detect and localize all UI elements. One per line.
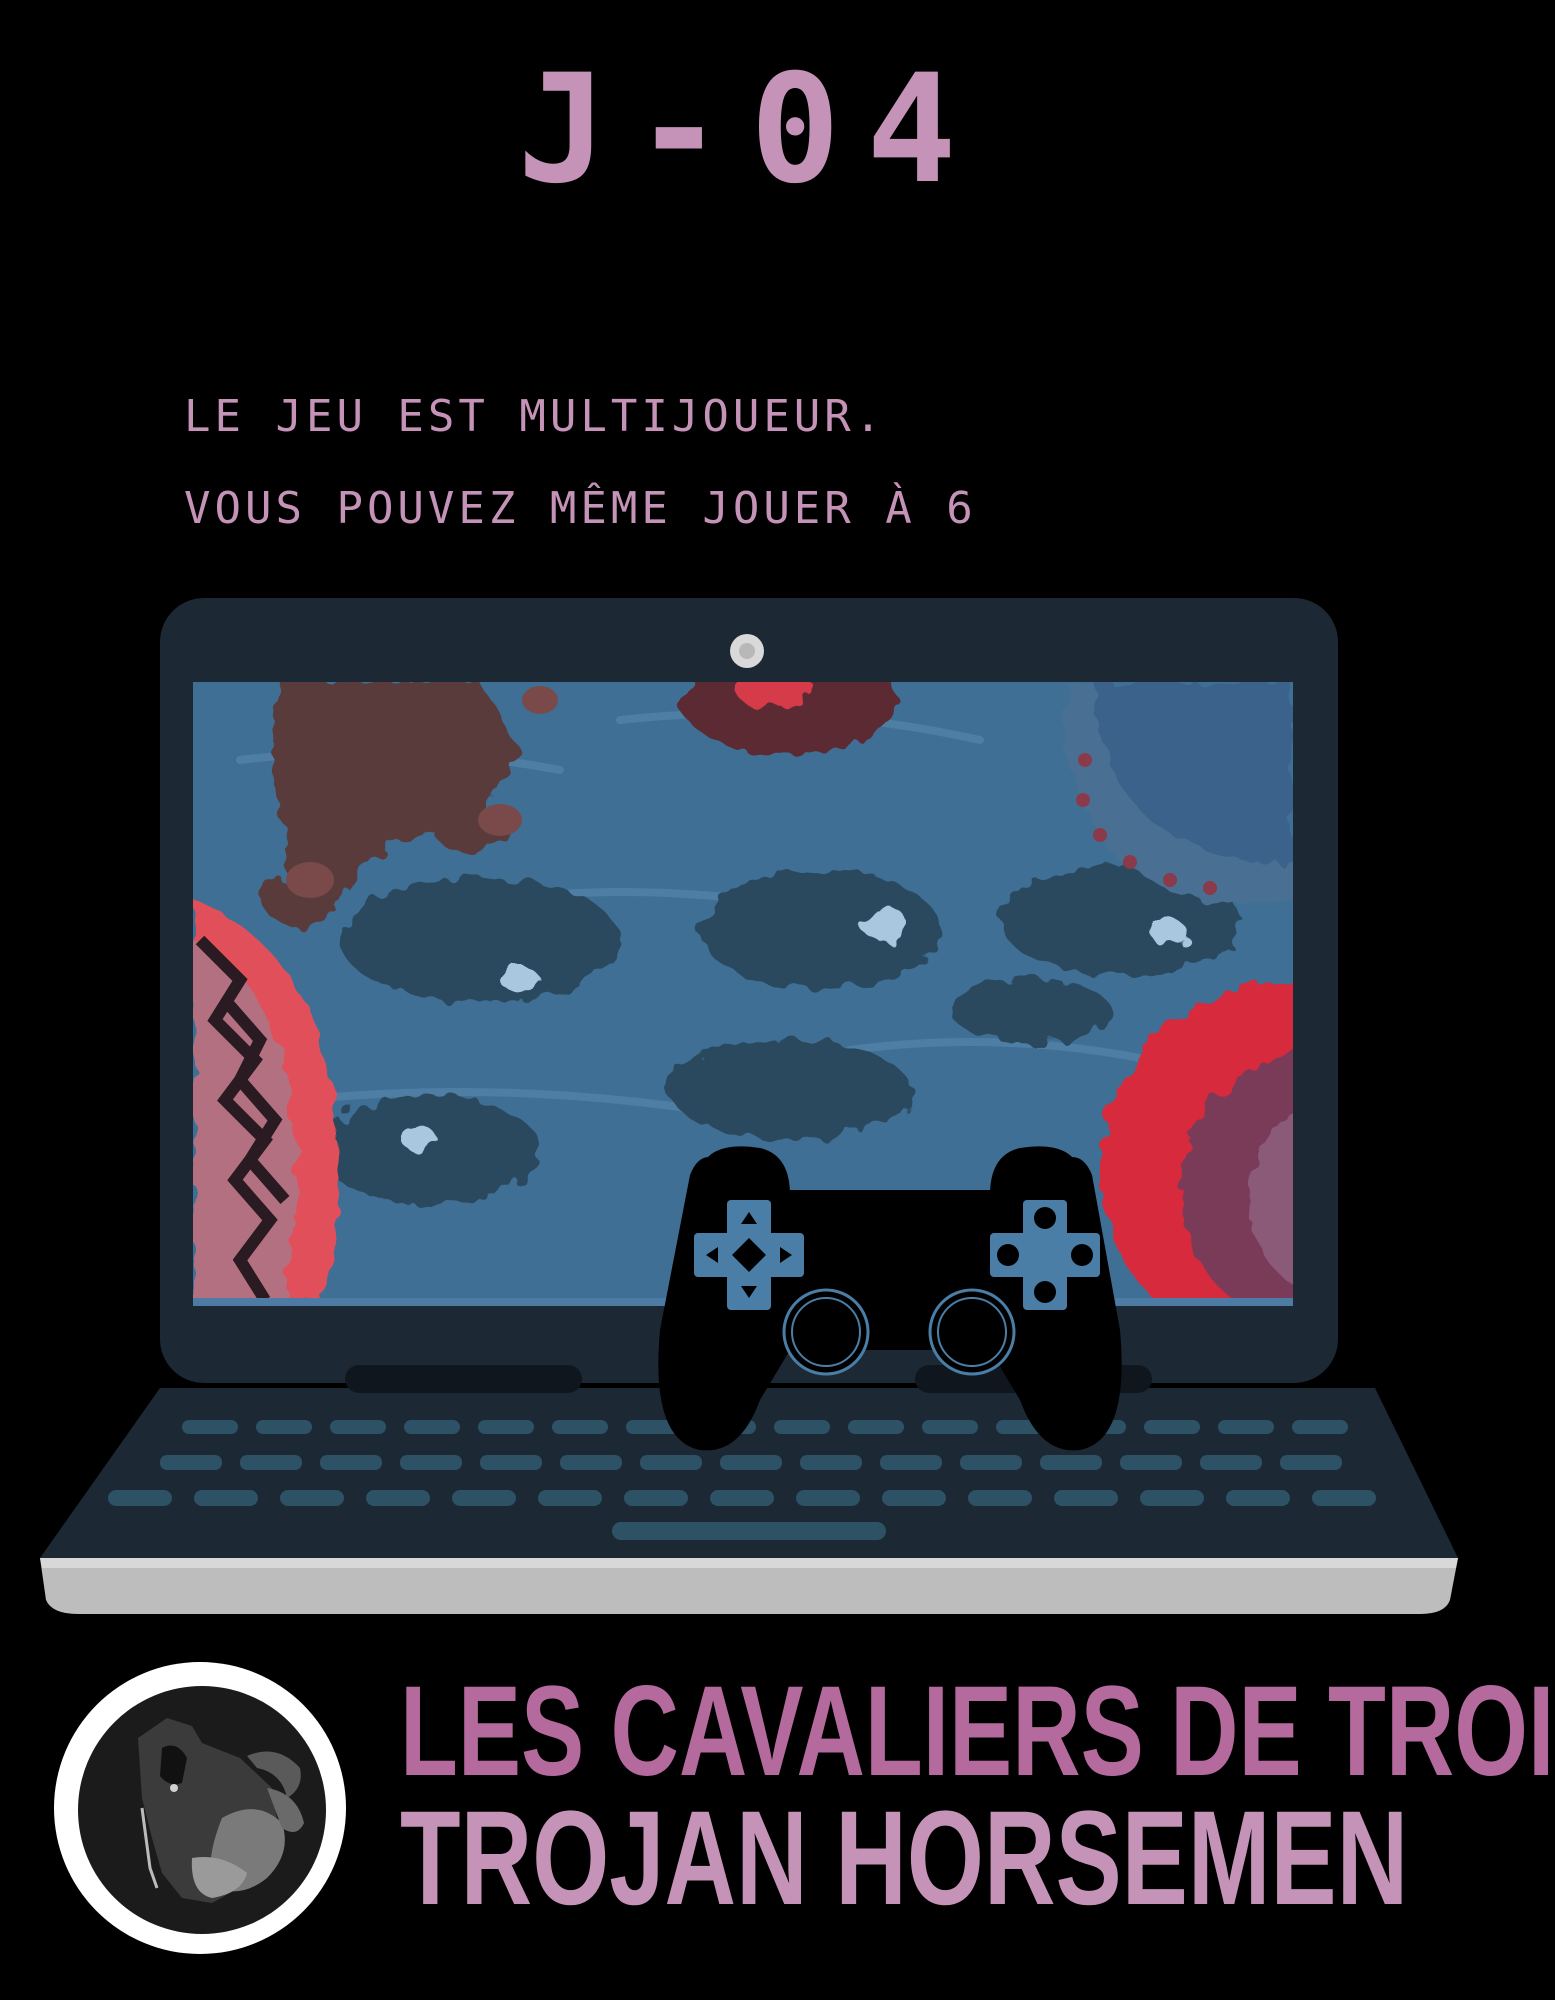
brand-name-english: TROJAN HORSEMEN <box>400 1784 1409 1933</box>
spacebar-key <box>612 1522 886 1540</box>
laptop-illustration <box>40 598 1458 1614</box>
brand-name-french: LES CAVALIERS DE TROIE <box>400 1660 1555 1803</box>
horse-head-logo <box>54 1662 346 1954</box>
